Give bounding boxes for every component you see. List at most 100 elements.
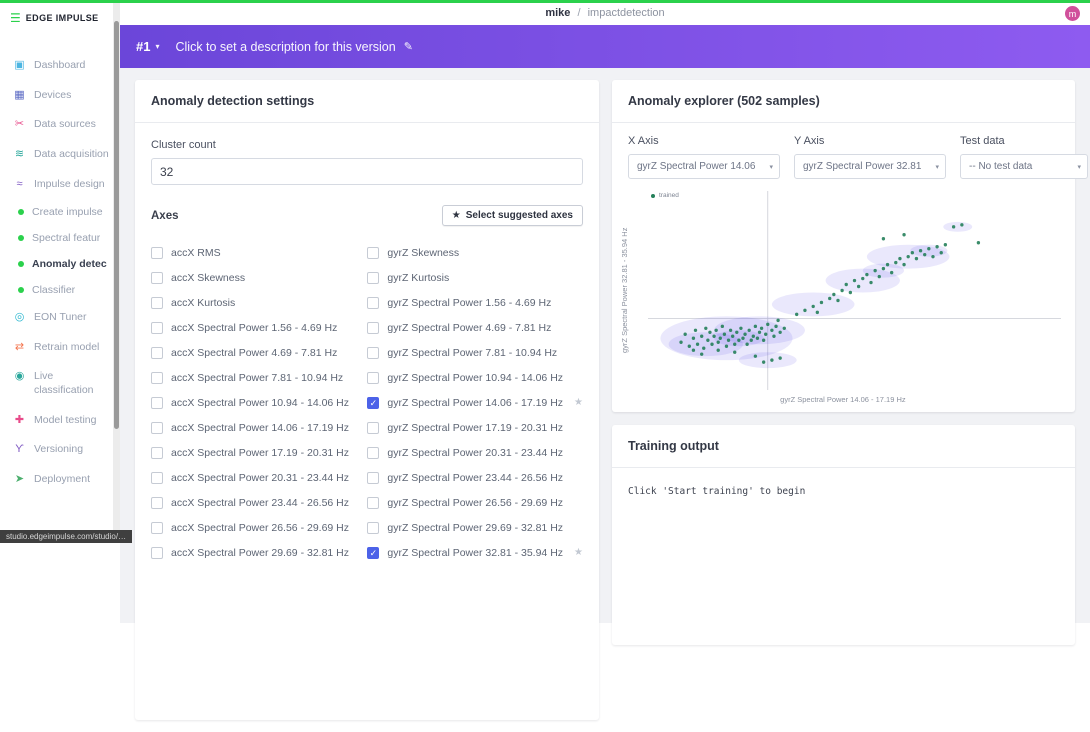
version-description[interactable]: Click to set a description for this vers… (175, 40, 412, 54)
version-dropdown[interactable]: #1 ▾ (136, 39, 159, 54)
test-data-selected-value: -- No test data (969, 161, 1032, 172)
select-suggested-axes-label: Select suggested axes (466, 210, 573, 221)
sidebar-scrollbar[interactable] (113, 3, 120, 543)
axis-checkbox[interactable] (367, 272, 379, 284)
sidebar-item-create-impulse[interactable]: Create impulse (13, 199, 113, 225)
axis-checkbox-row[interactable]: gyrZ Spectral Power 7.81 - 10.94 Hz (367, 340, 583, 365)
sidebar-item-data-acquisition[interactable]: ≋ Data acquisition (13, 140, 113, 170)
sidebar-item-live-classification[interactable]: ◉ Live classification (13, 362, 113, 405)
axis-checkbox[interactable]: ✓ (367, 397, 379, 409)
axis-label: accX Skewness (171, 272, 245, 284)
axis-checkbox[interactable] (151, 397, 163, 409)
sidebar-item-retrain-model[interactable]: ⇄ Retrain model (13, 333, 113, 363)
model-testing-icon: ✚ (13, 414, 26, 427)
axis-checkbox[interactable] (367, 522, 379, 534)
axis-checkbox[interactable] (367, 472, 379, 484)
axis-label: accX Spectral Power 23.44 - 26.56 Hz (171, 497, 349, 509)
axis-checkbox[interactable] (367, 497, 379, 509)
axes-column-accx: accX RMS accX Skewness accX Kurtosis acc… (151, 240, 355, 565)
sidebar-item-deployment[interactable]: ➤ Deployment (13, 465, 113, 495)
axes-section-label: Axes (151, 210, 179, 222)
axis-label: gyrZ Spectral Power 1.56 - 4.69 Hz (387, 297, 551, 309)
edge-impulse-logo-icon: ☰ (10, 11, 21, 25)
sidebar-item-classifier[interactable]: Classifier (13, 277, 113, 303)
axis-label: gyrZ Kurtosis (387, 272, 449, 284)
chevron-down-icon: ▾ (155, 42, 159, 51)
suggested-star-icon: ★ (574, 397, 583, 408)
axis-checkbox-row[interactable]: gyrZ Skewness (367, 240, 583, 265)
axis-checkbox[interactable] (151, 422, 163, 434)
axis-checkbox[interactable] (151, 322, 163, 334)
axis-checkbox[interactable]: ✓ (367, 547, 379, 559)
sidebar-item-data-sources[interactable]: ✂ Data sources (13, 110, 113, 140)
axis-checkbox-row[interactable]: gyrZ Kurtosis (367, 265, 583, 290)
axis-checkbox[interactable] (367, 422, 379, 434)
axis-label: accX Spectral Power 7.81 - 10.94 Hz (171, 372, 343, 384)
axis-checkbox-row[interactable]: gyrZ Spectral Power 4.69 - 7.81 Hz (367, 315, 583, 340)
axis-checkbox[interactable] (367, 322, 379, 334)
axis-checkbox-row[interactable]: accX Spectral Power 26.56 - 29.69 Hz (151, 515, 355, 540)
axis-checkbox-row[interactable]: accX Spectral Power 20.31 - 23.44 Hz (151, 465, 355, 490)
breadcrumb-user[interactable]: mike (545, 7, 570, 19)
sidebar-item-impulse-design[interactable]: ≈ Impulse design (13, 170, 113, 200)
edge-impulse-logo[interactable]: ☰ EDGE IMPULSE (0, 3, 113, 35)
axis-checkbox-row[interactable]: accX Spectral Power 14.06 - 17.19 Hz (151, 415, 355, 440)
axis-checkbox-row[interactable]: accX Skewness (151, 265, 355, 290)
dashboard-icon: ▣ (13, 59, 26, 72)
version-description-text: Click to set a description for this vers… (175, 40, 395, 54)
y-axis-select[interactable]: gyrZ Spectral Power 32.81 ▾ (794, 154, 946, 179)
axis-checkbox-row[interactable]: accX Spectral Power 17.19 - 20.31 Hz (151, 440, 355, 465)
select-suggested-axes-button[interactable]: ★ Select suggested axes (442, 205, 583, 226)
x-axis-control: X Axis gyrZ Spectral Power 14.06 ▾ (628, 135, 780, 179)
axis-checkbox-row[interactable]: accX Spectral Power 23.44 - 26.56 Hz (151, 490, 355, 515)
axis-checkbox-row[interactable]: ✓ gyrZ Spectral Power 14.06 - 17.19 Hz ★ (367, 390, 583, 415)
axis-checkbox-row[interactable]: accX Spectral Power 29.69 - 32.81 Hz (151, 540, 355, 565)
axis-checkbox[interactable] (151, 522, 163, 534)
sidebar-item-spectral-features[interactable]: Spectral featur (13, 225, 113, 251)
test-data-select[interactable]: -- No test data ▾ (960, 154, 1088, 179)
axis-checkbox-row[interactable]: accX Spectral Power 7.81 - 10.94 Hz (151, 365, 355, 390)
avatar[interactable]: m (1065, 6, 1080, 21)
axis-checkbox-row[interactable]: gyrZ Spectral Power 26.56 - 29.69 Hz (367, 490, 583, 515)
axis-checkbox[interactable] (367, 247, 379, 259)
axis-checkbox[interactable] (151, 347, 163, 359)
axis-checkbox-row[interactable]: accX Spectral Power 1.56 - 4.69 Hz (151, 315, 355, 340)
axis-checkbox[interactable] (151, 497, 163, 509)
sidebar-item-model-testing[interactable]: ✚ Model testing (13, 406, 113, 436)
sidebar-item-dashboard[interactable]: ▣ Dashboard (13, 51, 113, 81)
scrollbar-thumb[interactable] (114, 21, 119, 429)
axis-checkbox-row[interactable]: gyrZ Spectral Power 1.56 - 4.69 Hz (367, 290, 583, 315)
axis-checkbox-row[interactable]: ✓ gyrZ Spectral Power 32.81 - 35.94 Hz ★ (367, 540, 583, 565)
axis-checkbox-row[interactable]: gyrZ Spectral Power 17.19 - 20.31 Hz (367, 415, 583, 440)
axis-checkbox[interactable] (151, 272, 163, 284)
x-axis-select[interactable]: gyrZ Spectral Power 14.06 ▾ (628, 154, 780, 179)
axis-checkbox[interactable] (367, 447, 379, 459)
scatter-plot-canvas[interactable] (648, 191, 1061, 390)
axis-checkbox-row[interactable]: accX Kurtosis (151, 290, 355, 315)
sidebar-item-eon-tuner[interactable]: ◎ EON Tuner (13, 303, 113, 333)
bullet-icon (18, 287, 24, 293)
explorer-controls: X Axis gyrZ Spectral Power 14.06 ▾ Y Axi… (612, 123, 1075, 189)
cluster-count-input[interactable] (151, 158, 583, 185)
axis-checkbox-row[interactable]: gyrZ Spectral Power 29.69 - 32.81 Hz (367, 515, 583, 540)
breadcrumb-project[interactable]: impactdetection (588, 7, 665, 19)
axis-checkbox-row[interactable]: gyrZ Spectral Power 10.94 - 14.06 Hz (367, 365, 583, 390)
sidebar-item-anomaly-detection[interactable]: Anomaly detec (13, 251, 113, 277)
axis-checkbox-row[interactable]: gyrZ Spectral Power 23.44 - 26.56 Hz (367, 465, 583, 490)
axis-checkbox[interactable] (151, 472, 163, 484)
axis-checkbox[interactable] (367, 297, 379, 309)
axis-checkbox[interactable] (151, 547, 163, 559)
axis-checkbox-row[interactable]: accX Spectral Power 4.69 - 7.81 Hz (151, 340, 355, 365)
axis-checkbox-row[interactable]: accX RMS (151, 240, 355, 265)
axis-checkbox[interactable] (367, 347, 379, 359)
sidebar-item-devices[interactable]: ▦ Devices (13, 81, 113, 111)
axis-checkbox[interactable] (367, 372, 379, 384)
axis-checkbox[interactable] (151, 372, 163, 384)
browser-status-bar: studio.edgeimpulse.com/studio/… (0, 530, 132, 543)
axis-checkbox[interactable] (151, 297, 163, 309)
sidebar-item-versioning[interactable]: ϒ Versioning (13, 435, 113, 465)
axis-checkbox[interactable] (151, 247, 163, 259)
axis-checkbox-row[interactable]: gyrZ Spectral Power 20.31 - 23.44 Hz (367, 440, 583, 465)
axis-checkbox-row[interactable]: accX Spectral Power 10.94 - 14.06 Hz (151, 390, 355, 415)
axis-checkbox[interactable] (151, 447, 163, 459)
